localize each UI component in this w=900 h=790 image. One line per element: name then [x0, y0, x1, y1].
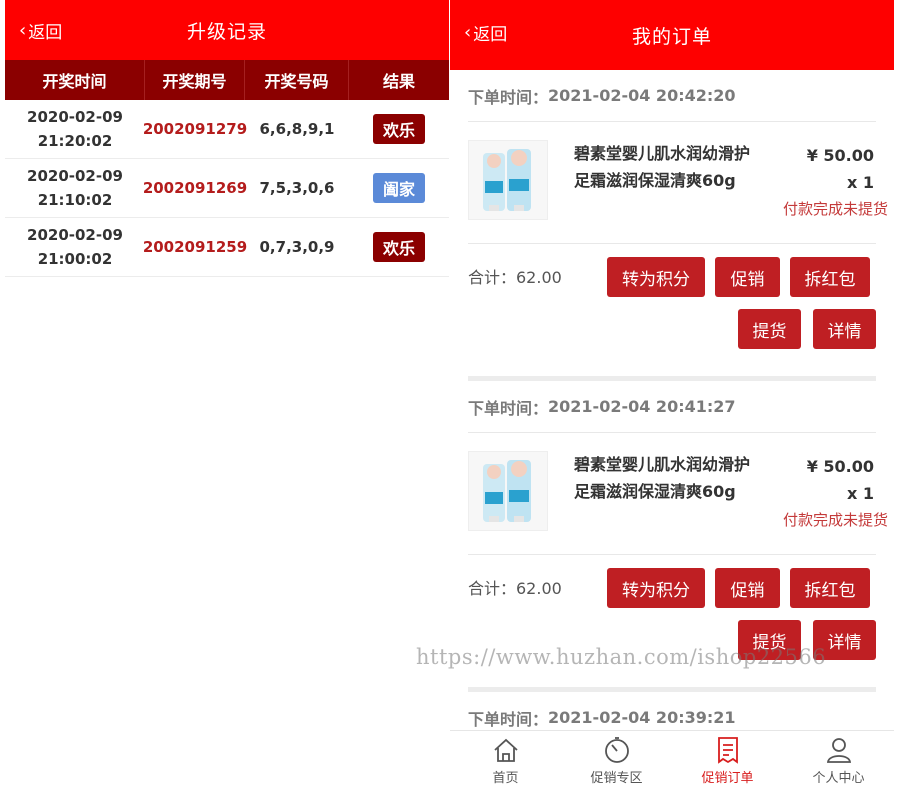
draw-date: 2020-02-09 [27, 167, 123, 185]
product-thumbnail[interactable] [468, 451, 548, 531]
result-cell: 欢乐 [349, 100, 449, 158]
draw-time: 2020-02-09 21:20:02 [5, 100, 145, 158]
back-label: 返回 [473, 25, 508, 45]
product-name: 碧素堂婴儿肌水润幼滑护足霜滋润保湿清爽60g [574, 144, 751, 190]
order-product[interactable]: 碧素堂婴儿肌水润幼滑护足霜滋润保湿清爽60g ¥ 50.00 x 1 付款完成未… [468, 433, 888, 555]
user-icon [826, 738, 851, 763]
order-total: 合计：62.00 [468, 579, 562, 598]
order-time: 下单时间： 2021-02-04 20:42:20 [468, 70, 876, 122]
result-badge: 欢乐 [372, 114, 425, 144]
product-image-icon [483, 149, 531, 211]
header-bar: ‹ 返回 升级记录 [5, 0, 449, 60]
product-qty: x 1 [846, 173, 874, 192]
draw-numbers: 6,6,8,9,1 [259, 120, 335, 138]
chevron-left-icon: ‹ [19, 19, 27, 41]
nav-promo-zone[interactable]: 促销专区 [561, 731, 672, 790]
order-product[interactable]: 碧素堂婴儿肌水润幼滑护足霜滋润保湿清爽60g ¥ 50.00 x 1 付款完成未… [468, 122, 888, 244]
product-price-block: ¥ 50.00 x 1 [807, 453, 874, 507]
page-title: 我的订单 [631, 25, 712, 48]
draw-clock: 21:20:02 [37, 132, 113, 150]
draw-period: 2002091269 [142, 179, 248, 197]
back-label: 返回 [28, 23, 63, 43]
back-button[interactable]: ‹ 返回 [19, 18, 62, 43]
order-total: 合计：62.00 [468, 268, 562, 287]
chevron-left-icon: ‹ [464, 21, 472, 43]
page: ‹ 返回 升级记录 开奖时间 开奖期号 开奖号码 结果 2020-02-09 2… [0, 0, 900, 790]
nav-promo-orders[interactable]: 促销订单 [672, 731, 783, 790]
order-status: 付款完成未提货 [782, 511, 888, 529]
page-title: 升级记录 [186, 20, 267, 43]
result-cell: 欢乐 [349, 218, 449, 276]
timer-icon [604, 737, 629, 763]
red-packet-button[interactable]: 拆红包 [790, 568, 870, 608]
nav-home[interactable]: 首页 [450, 731, 561, 790]
draw-numbers: 7,5,3,0,6 [259, 179, 335, 197]
product-name: 碧素堂婴儿肌水润幼滑护足霜滋润保湿清爽60g [574, 455, 751, 501]
table-header: 开奖时间 开奖期号 开奖号码 结果 [5, 60, 449, 100]
header-bar: ‹ 返回 我的订单 [450, 0, 894, 70]
order-status: 付款完成未提货 [782, 200, 888, 218]
draw-period: 2002091279 [142, 120, 248, 138]
draw-time: 2020-02-09 21:10:02 [5, 159, 145, 217]
order-icon [717, 737, 738, 764]
table-row: 2020-02-09 21:20:02 2002091279 6,6,8,9,1… [5, 100, 449, 159]
result-badge: 欢乐 [372, 232, 425, 262]
nav-label: 促销订单 [701, 771, 754, 786]
product-thumbnail[interactable] [468, 140, 548, 220]
convert-points-button[interactable]: 转为积分 [607, 257, 705, 297]
order-time: 下单时间： 2021-02-04 20:41:27 [468, 381, 876, 433]
promote-button[interactable]: 促销 [715, 568, 780, 608]
draw-clock: 21:00:02 [37, 250, 113, 268]
order-card: 下单时间： 2021-02-04 20:42:20 碧素堂婴儿肌水润幼滑护足霜滋… [450, 70, 894, 376]
convert-points-button[interactable]: 转为积分 [607, 568, 705, 608]
result-cell: 阖家 [349, 159, 449, 217]
nav-label: 首页 [492, 771, 519, 786]
nav-label: 个人中心 [812, 771, 865, 786]
red-packet-button[interactable]: 拆红包 [790, 257, 870, 297]
order-time-label: 下单时间： [468, 709, 549, 729]
draw-date: 2020-02-09 [27, 226, 123, 244]
lottery-record-panel: ‹ 返回 升级记录 开奖时间 开奖期号 开奖号码 结果 2020-02-09 2… [5, 0, 449, 790]
table-row: 2020-02-09 21:10:02 2002091269 7,5,3,0,6… [5, 159, 449, 218]
order-time-value: 2021-02-04 20:42:20 [548, 86, 736, 105]
nav-profile[interactable]: 个人中心 [783, 731, 894, 790]
back-button[interactable]: ‹ 返回 [464, 20, 507, 45]
order-time-label: 下单时间： [468, 87, 549, 107]
details-button[interactable]: 详情 [813, 309, 876, 349]
watermark-text: https://www.huzhan.com/ishop22566 [416, 645, 827, 669]
col-result: 结果 [382, 72, 415, 91]
product-price-block: ¥ 50.00 x 1 [807, 142, 874, 196]
col-draw-time: 开奖时间 [5, 60, 145, 100]
pickup-button[interactable]: 提货 [738, 309, 801, 349]
table-row: 2020-02-09 21:00:02 2002091259 0,7,3,0,9… [5, 218, 449, 277]
product-price: ¥ 50.00 [806, 146, 874, 165]
draw-period: 2002091259 [142, 238, 248, 256]
order-time-value: 2021-02-04 20:41:27 [548, 397, 736, 416]
product-qty: x 1 [846, 484, 874, 503]
draw-clock: 21:10:02 [37, 191, 113, 209]
col-draw-numbers: 开奖号码 [245, 60, 349, 100]
bottom-nav: 首页 促销专区 促销订单 个人中心 [450, 730, 894, 790]
promote-button[interactable]: 促销 [715, 257, 780, 297]
product-price: ¥ 50.00 [806, 457, 874, 476]
my-orders-panel: ‹ 返回 我的订单 下单时间： 2021-02-04 20:42:20 碧素堂婴… [450, 0, 894, 790]
order-time-label: 下单时间： [468, 398, 549, 418]
order-card: 下单时间： 2021-02-04 20:41:27 碧素堂婴儿肌水润幼滑护足霜滋… [450, 381, 894, 687]
col-draw-period: 开奖期号 [145, 60, 245, 100]
nav-label: 促销专区 [590, 771, 643, 786]
home-icon [493, 738, 518, 762]
order-actions: 合计：62.00 转为积分 促销 拆红包 提货 详情 [468, 244, 876, 376]
draw-date: 2020-02-09 [27, 108, 123, 126]
product-image-icon [483, 460, 531, 522]
draw-numbers: 0,7,3,0,9 [259, 238, 335, 256]
order-time-value: 2021-02-04 20:39:21 [548, 708, 736, 727]
result-badge: 阖家 [372, 173, 425, 203]
draw-time: 2020-02-09 21:00:02 [5, 218, 145, 276]
